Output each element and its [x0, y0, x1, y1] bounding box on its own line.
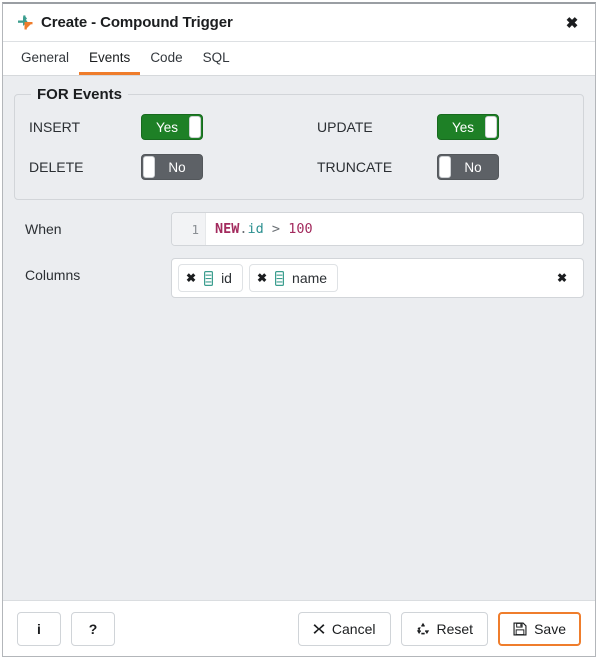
- event-field-delete: DELETE No: [29, 154, 299, 180]
- code-token-dot: .: [239, 221, 248, 237]
- column-icon: [275, 270, 285, 286]
- truncate-toggle-knob: [439, 156, 451, 178]
- update-label: UPDATE: [317, 119, 373, 135]
- for-events-legend: FOR Events: [37, 86, 123, 103]
- columns-tag-list: ✖ id ✖ name: [178, 264, 547, 292]
- update-toggle[interactable]: Yes: [437, 114, 499, 140]
- event-row-insert-update: INSERT Yes UPDATE Yes: [29, 107, 569, 147]
- remove-column-icon[interactable]: ✖: [186, 272, 196, 284]
- update-toggle-value: Yes: [451, 119, 475, 135]
- editor-line-number: 1: [172, 213, 206, 245]
- columns-row: Columns ✖ id ✖ name ✖: [14, 258, 584, 298]
- cancel-button-label: Cancel: [331, 620, 376, 637]
- dialog-title: Create - Compound Trigger: [41, 14, 233, 31]
- when-row: When 1 NEW.id > 100: [14, 212, 584, 246]
- event-field-insert: INSERT Yes: [29, 114, 299, 140]
- remove-column-icon[interactable]: ✖: [257, 272, 267, 284]
- event-field-update: UPDATE Yes: [299, 114, 569, 140]
- recycle-icon: [416, 622, 430, 636]
- create-compound-trigger-dialog: Create - Compound Trigger ✖ General Even…: [2, 2, 596, 657]
- when-field-wrap: 1 NEW.id > 100: [171, 212, 584, 246]
- when-code-line: NEW.id > 100: [206, 221, 313, 237]
- delete-label: DELETE: [29, 159, 84, 175]
- close-cross-icon: [313, 623, 325, 635]
- insert-toggle[interactable]: Yes: [141, 114, 203, 140]
- column-tag-label: id: [221, 270, 232, 286]
- event-field-truncate: TRUNCATE No: [299, 154, 569, 180]
- reset-button[interactable]: Reset: [400, 611, 489, 646]
- tab-code[interactable]: Code: [140, 42, 192, 75]
- truncate-toggle[interactable]: No: [437, 154, 499, 180]
- help-button[interactable]: ?: [71, 611, 115, 646]
- code-token-property: id: [247, 221, 264, 237]
- question-icon: ?: [88, 620, 98, 637]
- delete-toggle[interactable]: No: [141, 154, 203, 180]
- when-label: When: [25, 221, 62, 237]
- insert-label: INSERT: [29, 119, 81, 135]
- insert-toggle-knob: [189, 116, 201, 138]
- tab-bar: General Events Code SQL: [3, 42, 595, 76]
- cancel-button[interactable]: Cancel: [297, 611, 391, 646]
- info-button[interactable]: i: [17, 611, 61, 646]
- dialog-footer: i ? Cancel Reset Save: [3, 600, 595, 656]
- close-icon[interactable]: ✖: [559, 10, 585, 36]
- delete-toggle-value: No: [168, 159, 186, 175]
- dialog-titlebar: Create - Compound Trigger ✖: [3, 4, 595, 42]
- columns-field-wrap: ✖ id ✖ name ✖: [171, 258, 584, 298]
- save-button[interactable]: Save: [498, 611, 581, 646]
- for-events-fieldset: FOR Events INSERT Yes UPDATE Yes DELETE …: [14, 86, 584, 200]
- code-token-number: 100: [288, 221, 313, 237]
- delete-toggle-knob: [143, 156, 155, 178]
- code-token-operator: >: [263, 221, 289, 237]
- truncate-toggle-value: No: [464, 159, 482, 175]
- column-tag-label: name: [292, 270, 328, 286]
- columns-multiselect[interactable]: ✖ id ✖ name ✖: [171, 258, 584, 298]
- reset-button-label: Reset: [436, 620, 474, 637]
- truncate-label: TRUNCATE: [317, 159, 393, 175]
- code-token-keyword: NEW: [215, 221, 240, 237]
- events-panel: FOR Events INSERT Yes UPDATE Yes DELETE …: [3, 76, 595, 600]
- event-row-delete-truncate: DELETE No TRUNCATE No: [29, 147, 569, 187]
- tab-sql[interactable]: SQL: [193, 42, 240, 75]
- tab-general[interactable]: General: [11, 42, 79, 75]
- save-button-label: Save: [534, 620, 566, 637]
- clear-all-columns-icon[interactable]: ✖: [547, 271, 577, 285]
- column-icon: [204, 270, 214, 286]
- floppy-disk-icon: [513, 621, 527, 636]
- columns-label: Columns: [25, 267, 81, 283]
- column-tag-id[interactable]: ✖ id: [178, 264, 243, 292]
- insert-toggle-value: Yes: [155, 119, 179, 135]
- column-tag-name[interactable]: ✖ name: [248, 264, 339, 292]
- tab-events[interactable]: Events: [79, 42, 141, 75]
- update-toggle-knob: [485, 116, 497, 138]
- info-icon: i: [37, 620, 41, 637]
- compound-trigger-icon: [17, 14, 34, 31]
- when-code-editor[interactable]: 1 NEW.id > 100: [171, 212, 584, 246]
